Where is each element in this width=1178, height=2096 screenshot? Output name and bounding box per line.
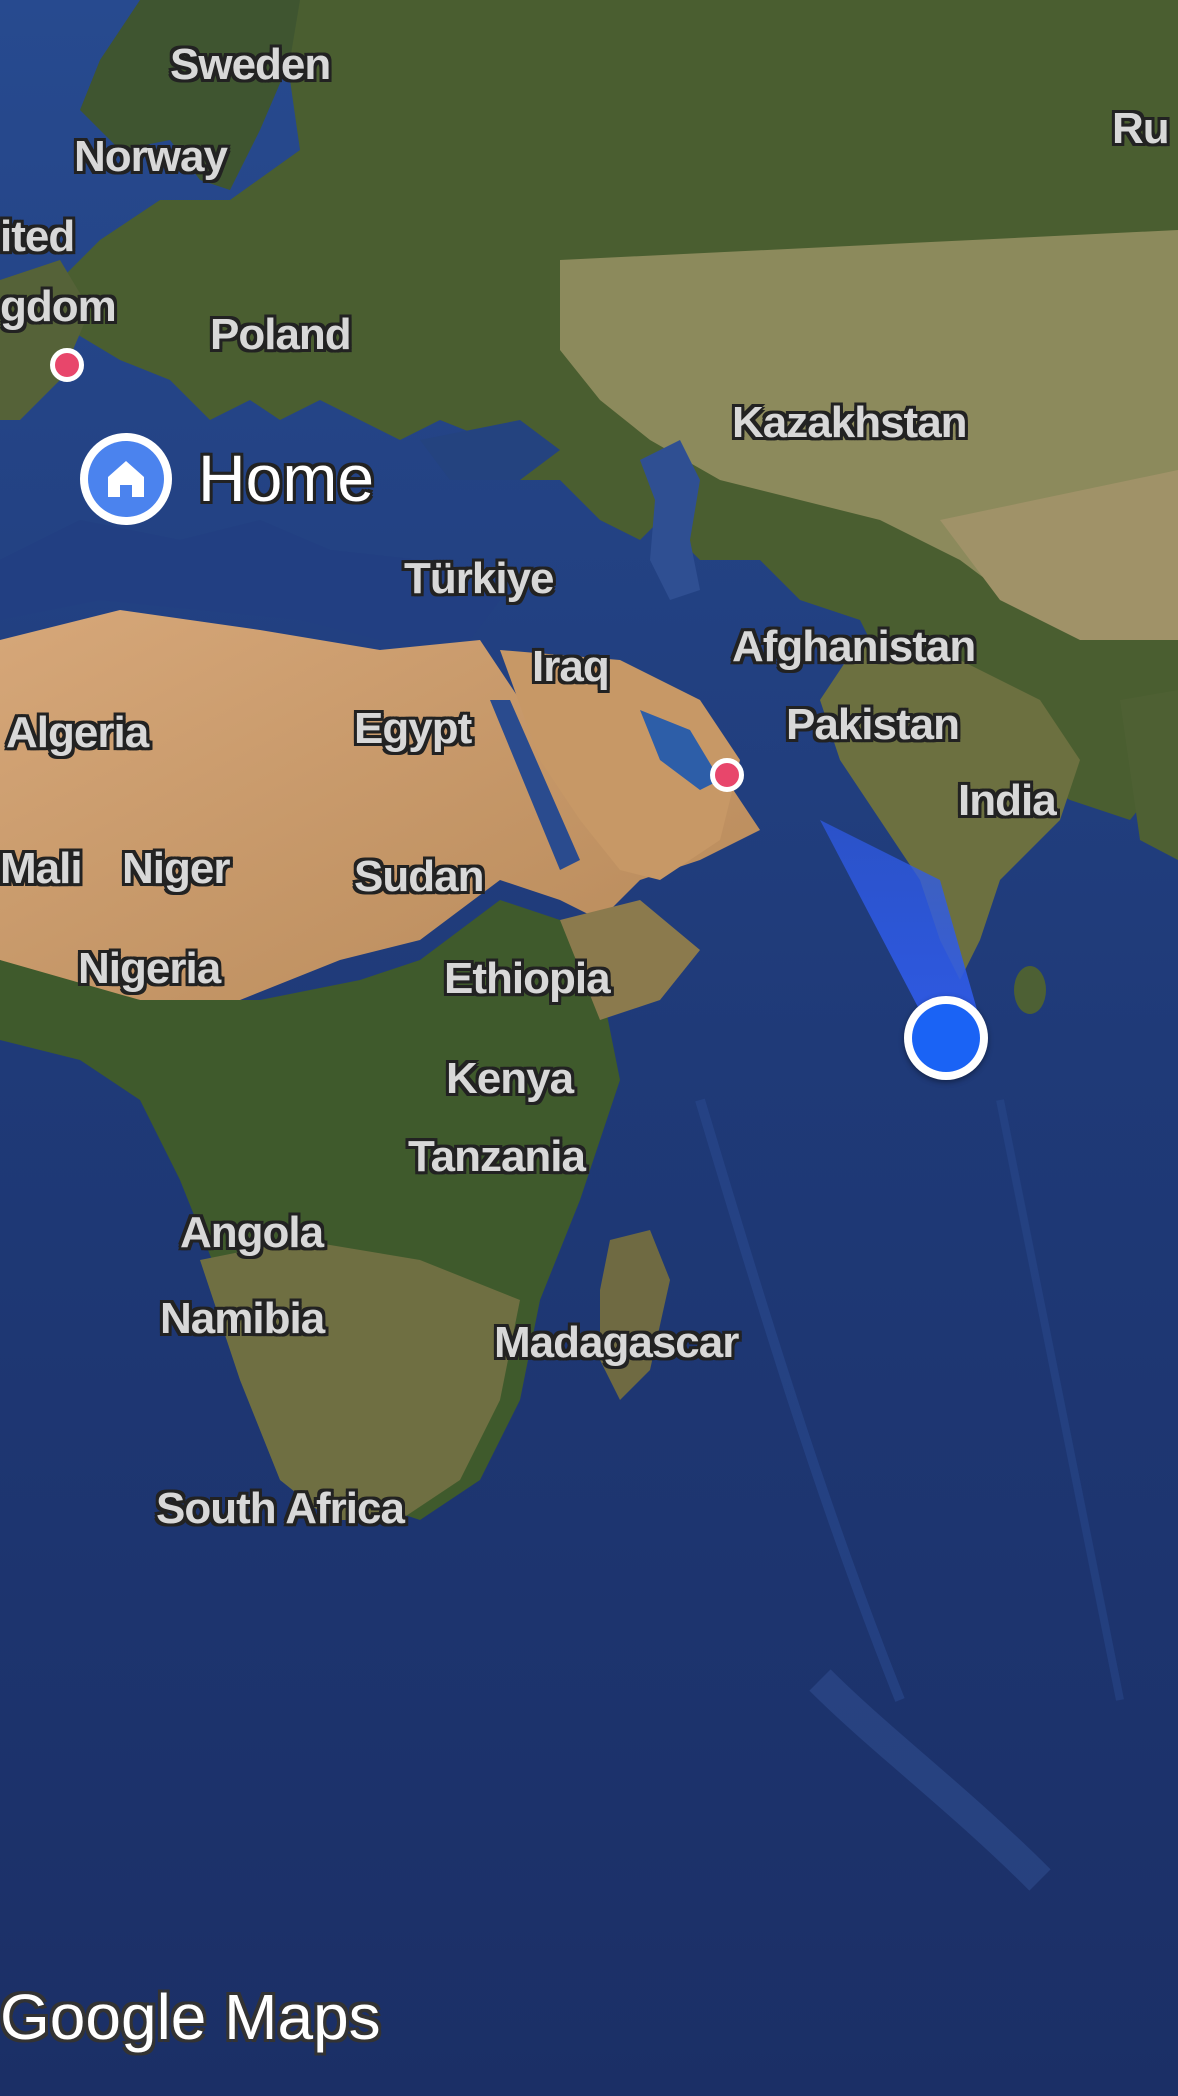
my-location-dot — [912, 1004, 980, 1072]
home-icon — [108, 461, 144, 497]
country-label-sudan: Sudan — [354, 852, 484, 901]
country-label-pakistan: Pakistan — [786, 700, 960, 749]
saved-place-marker[interactable] — [710, 758, 744, 792]
satellite-imagery — [0, 0, 1178, 2096]
country-label-sweden: Sweden — [170, 40, 331, 89]
country-label-mali: Mali — [0, 844, 83, 893]
home-label[interactable]: Home — [198, 440, 374, 516]
country-label-niger: Niger — [122, 844, 230, 893]
country-label-namibia: Namibia — [160, 1294, 325, 1343]
country-label-russia: Ru — [1112, 104, 1170, 153]
country-label-kenya: Kenya — [446, 1054, 574, 1103]
country-label-egypt: Egypt — [354, 704, 472, 753]
country-label-south-africa: South Africa — [156, 1484, 405, 1533]
country-label-norway: Norway — [74, 132, 228, 181]
country-label-algeria: Algeria — [6, 708, 149, 757]
my-location-marker[interactable] — [904, 996, 988, 1080]
map-canvas[interactable]: Sweden Norway ited gdom Poland Ru Kazakh… — [0, 0, 1178, 2096]
country-label-poland: Poland — [210, 310, 352, 359]
country-label-tanzania: Tanzania — [408, 1132, 586, 1181]
google-maps-watermark: Google Maps — [0, 1981, 381, 2053]
country-label-kingdom: gdom — [0, 282, 117, 331]
country-label-nigeria: Nigeria — [78, 944, 221, 993]
country-label-afghanistan: Afghanistan — [732, 622, 976, 671]
country-label-madagascar: Madagascar — [494, 1318, 739, 1367]
country-label-angola: Angola — [180, 1208, 324, 1257]
country-label-india: India — [958, 776, 1057, 825]
country-label-ethiopia: Ethiopia — [444, 954, 611, 1003]
country-label-iraq: Iraq — [532, 642, 610, 691]
country-label-kazakhstan: Kazakhstan — [732, 398, 968, 447]
saved-place-marker[interactable] — [50, 348, 84, 382]
country-label-united: ited — [0, 212, 75, 261]
home-pin[interactable] — [80, 433, 172, 525]
country-label-turkiye: Türkiye — [404, 554, 555, 603]
